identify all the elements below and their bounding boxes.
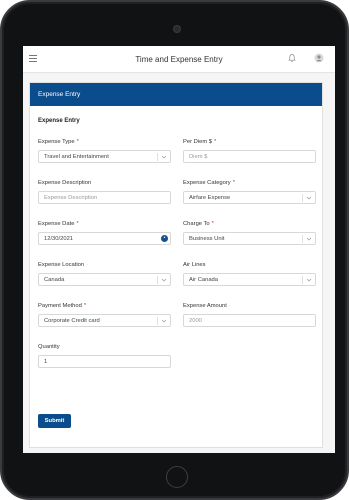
air-lines-value: Air Canada [189, 276, 219, 283]
expense-date-field: Expense Date * 12/30/2021 • [38, 220, 171, 245]
expense-amount-label: Expense Amount [183, 303, 227, 309]
expense-location-label: Expense Location [38, 262, 85, 268]
section-title: Expense Entry [38, 118, 80, 124]
expense-category-select[interactable]: Airfare Expense [183, 191, 316, 204]
expense-amount-field: Expense Amount · 2000 [183, 302, 316, 327]
chevron-down-icon [161, 155, 167, 159]
per-diem-placeholder: Diem $ [189, 153, 208, 160]
charge-to-select[interactable]: Business Unit [183, 232, 316, 245]
expense-amount-value: 2000 [189, 317, 202, 324]
expense-category-label: Expense Category [183, 180, 231, 186]
expense-date-value: 12/30/2021 [44, 235, 74, 242]
per-diem-field: Per Diem $ * Diem $ [183, 138, 316, 163]
tablet-frame: Time and Expense Entry Expense Entry Exp… [0, 0, 349, 500]
user-icon[interactable] [314, 53, 324, 63]
field-marker: · [228, 303, 231, 309]
expense-type-select[interactable]: Travel and Entertainment [38, 150, 171, 163]
expense-description-input[interactable]: Expense Description [38, 191, 171, 204]
chevron-down-icon [161, 278, 167, 282]
required-marker: * [76, 139, 79, 145]
calendar-icon[interactable]: • [161, 235, 168, 242]
bell-icon[interactable] [287, 53, 297, 63]
payment-method-value: Corporate Credit card [44, 317, 100, 324]
home-button[interactable] [166, 466, 188, 488]
payment-method-select[interactable]: Corporate Credit card [38, 314, 171, 327]
required-marker: * [211, 221, 214, 227]
charge-to-value: Business Unit [189, 235, 225, 242]
quantity-label: Quantity [38, 344, 60, 350]
top-bar: Time and Expense Entry [23, 46, 335, 73]
expense-location-value: Canada [44, 276, 65, 283]
quantity-field: Quantity 1 [38, 343, 171, 368]
expense-entry-card: Expense Entry Expense Entry Expense Type… [29, 82, 323, 448]
quantity-input[interactable]: 1 [38, 355, 171, 368]
expense-category-value: Airfare Expense [189, 194, 231, 201]
expense-location-select[interactable]: Canada [38, 273, 171, 286]
camera [174, 26, 180, 32]
menu-icon[interactable] [29, 55, 37, 62]
payment-method-field: Payment Method * Corporate Credit card [38, 302, 171, 327]
required-marker: * [76, 221, 79, 227]
submit-button[interactable]: Submit [38, 414, 71, 428]
payment-method-label: Payment Method [38, 303, 82, 309]
charge-to-field: Charge To * Business Unit [183, 220, 316, 245]
expense-amount-input[interactable]: 2000 [183, 314, 316, 327]
expense-description-placeholder: Expense Description [44, 194, 98, 201]
app-screen: Time and Expense Entry Expense Entry Exp… [23, 46, 335, 453]
air-lines-label: Air Lines [183, 262, 206, 268]
required-marker: * [232, 180, 235, 186]
air-lines-select[interactable]: Air Canada [183, 273, 316, 286]
app-title: Time and Expense Entry [135, 54, 223, 64]
expense-date-label: Expense Date [38, 221, 75, 227]
chevron-down-icon [161, 319, 167, 323]
air-lines-field: Air Lines Air Canada [183, 261, 316, 286]
required-marker: * [214, 139, 217, 145]
chevron-down-icon [306, 278, 312, 282]
charge-to-label: Charge To [183, 221, 210, 227]
expense-category-field: Expense Category * Airfare Expense [183, 179, 316, 204]
field-marker: · [86, 262, 89, 268]
expense-type-value: Travel and Entertainment [44, 153, 109, 160]
chevron-down-icon [306, 196, 312, 200]
expense-location-field: Expense Location · Canada [38, 261, 171, 286]
expense-date-input[interactable]: 12/30/2021 • [38, 232, 171, 245]
quantity-value: 1 [44, 358, 48, 365]
expense-description-label: Expense Description [38, 180, 92, 186]
per-diem-label: Per Diem $ [183, 139, 212, 145]
card-header: Expense Entry [30, 83, 322, 106]
expense-type-field: Expense Type * Travel and Entertainment [38, 138, 171, 163]
chevron-down-icon [306, 237, 312, 241]
expense-description-field: Expense Description Expense Description [38, 179, 171, 204]
expense-type-label: Expense Type [38, 139, 75, 145]
per-diem-input[interactable]: Diem $ [183, 150, 316, 163]
required-marker: * [83, 303, 87, 309]
